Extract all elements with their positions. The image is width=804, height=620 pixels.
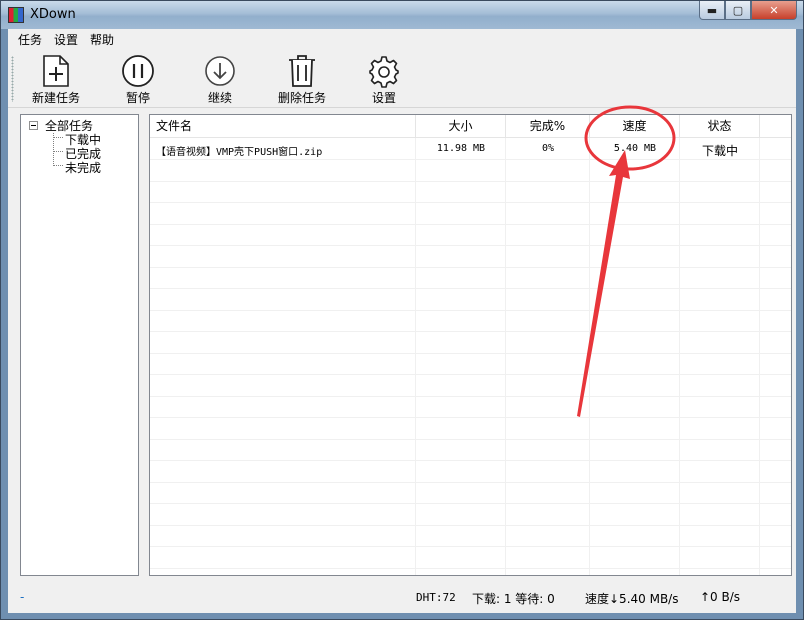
row-gridline [150, 460, 791, 461]
client-area: 任务 设置 帮助 新建任务 暂停 继续 删除任务 设置 全部任务 下载中 已完成… [8, 29, 796, 613]
tree-collapse-toggle[interactable] [29, 121, 38, 130]
cell-size: 11.98 MB [436, 143, 486, 154]
status-download-speed: 速度↓5.40 MB/s [585, 592, 679, 606]
tree-connector [53, 165, 63, 166]
column-divider [679, 138, 680, 575]
window-controls: ▬ ▢ ✕ [699, 1, 797, 21]
tree-item-incomplete[interactable]: 未完成 [65, 159, 101, 176]
menu-task[interactable]: 任务 [12, 31, 48, 48]
status-left: - [20, 590, 25, 604]
row-gridline [150, 524, 791, 526]
toolbar: 新建任务 暂停 继续 删除任务 设置 [8, 50, 796, 108]
column-header-size[interactable]: 大小 [416, 115, 506, 138]
maximize-icon: ▢ [732, 3, 744, 17]
cell-status: 下载中 [701, 144, 738, 158]
row-gridline [150, 245, 791, 246]
cell-speed: 5.40 MB [613, 143, 657, 154]
menu-bar: 任务 设置 帮助 [8, 29, 796, 50]
toolbar-grip[interactable] [11, 56, 14, 102]
row-gridline [150, 180, 791, 182]
task-list: 文件名 大小 完成% 速度 状态 【语音视频】VMP壳下PUSH窗口.zip 1… [149, 114, 792, 576]
column-header-percent[interactable]: 完成% [506, 115, 590, 138]
gear-icon [369, 56, 399, 88]
menu-help[interactable]: 帮助 [84, 31, 120, 48]
pause-button[interactable]: 暂停 [98, 54, 178, 106]
column-header-speed[interactable]: 速度 [590, 115, 680, 138]
row-gridline [150, 481, 791, 483]
tree-connector [53, 137, 63, 138]
row-gridline [150, 352, 791, 354]
new-task-label: 新建任务 [31, 91, 80, 105]
new-file-icon [43, 55, 69, 87]
row-gridline [150, 159, 791, 160]
status-dht: DHT:72 [416, 591, 456, 604]
close-button[interactable]: ✕ [751, 1, 797, 20]
row-gridline [150, 417, 791, 418]
row-gridline [150, 438, 791, 440]
cell-percent: 0% [541, 143, 555, 154]
row-gridline [150, 546, 791, 547]
column-header-status[interactable]: 状态 [680, 115, 760, 138]
row-gridline [150, 567, 791, 569]
column-divider [505, 138, 506, 575]
column-divider [415, 138, 416, 575]
status-upload-speed: ↑0 B/s [700, 590, 741, 604]
maximize-button[interactable]: ▢ [725, 1, 751, 20]
list-header: 文件名 大小 完成% 速度 状态 [150, 115, 791, 138]
row-gridline [150, 331, 791, 332]
trash-icon [289, 55, 315, 87]
delete-task-button[interactable]: 删除任务 [262, 54, 342, 106]
minimize-icon: ▬ [706, 3, 718, 17]
row-gridline [150, 395, 791, 397]
row-gridline [150, 202, 791, 203]
main-window: XDown ▬ ▢ ✕ 任务 设置 帮助 新建任务 暂停 继续 删除任务 设置 … [0, 0, 804, 620]
window-title: XDown [30, 7, 76, 22]
resume-button[interactable]: 继续 [180, 54, 260, 106]
cell-filename: 【语音视频】VMP壳下PUSH窗口.zip [156, 147, 323, 158]
title-bar[interactable]: XDown ▬ ▢ ✕ [1, 1, 803, 29]
resume-label: 继续 [207, 91, 232, 105]
menu-settings[interactable]: 设置 [48, 31, 84, 48]
delete-task-label: 删除任务 [277, 91, 326, 105]
settings-button[interactable]: 设置 [344, 54, 424, 106]
settings-label: 设置 [371, 91, 396, 105]
row-gridline [150, 288, 791, 289]
row-gridline [150, 503, 791, 504]
row-gridline [150, 374, 791, 375]
row-gridline [150, 309, 791, 311]
app-icon [8, 7, 24, 23]
row-gridline [150, 223, 791, 225]
row-gridline [150, 266, 791, 268]
download-arrow-icon [205, 56, 235, 86]
task-tree: 全部任务 下载中 已完成 未完成 [20, 114, 139, 576]
minimize-button[interactable]: ▬ [699, 1, 725, 20]
pause-label: 暂停 [125, 91, 150, 105]
column-divider [759, 138, 760, 575]
pause-icon [122, 55, 154, 87]
column-divider [589, 138, 590, 575]
close-icon: ✕ [769, 3, 779, 17]
status-downloading: 下载: 1 等待: 0 [472, 592, 555, 606]
status-bar: - DHT:72 下载: 1 等待: 0 速度↓5.40 MB/s ↑0 B/s [8, 583, 796, 613]
tree-connector [53, 151, 63, 152]
column-header-filename[interactable]: 文件名 [150, 115, 416, 138]
new-task-button[interactable]: 新建任务 [16, 54, 96, 106]
